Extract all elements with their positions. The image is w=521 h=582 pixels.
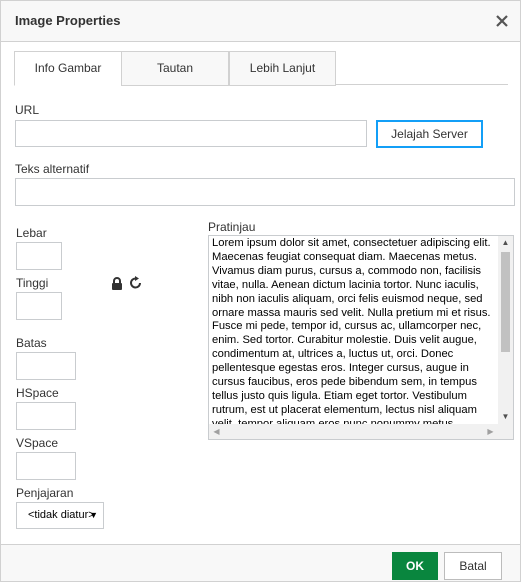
height-input[interactable] xyxy=(16,292,62,320)
tab-link[interactable]: Tautan xyxy=(121,51,229,86)
alt-text-label: Teks alternatif xyxy=(15,162,90,176)
url-label: URL xyxy=(15,103,40,117)
border-label: Batas xyxy=(16,336,47,350)
dialog-footer: OK Batal xyxy=(1,544,520,581)
preview-text: Lorem ipsum dolor sit amet, consectetuer… xyxy=(212,237,491,424)
image-properties-dialog: Image Properties Info Gambar Tautan Lebi… xyxy=(0,0,521,582)
width-label: Lebar xyxy=(16,226,47,240)
scroll-left-icon[interactable]: ◀ xyxy=(209,424,224,439)
tab-image-info[interactable]: Info Gambar xyxy=(14,51,122,86)
lock-icon[interactable] xyxy=(111,277,123,290)
preview-pane[interactable]: Lorem ipsum dolor sit amet, consectetuer… xyxy=(208,235,514,440)
height-label: Tinggi xyxy=(16,276,49,290)
ok-button[interactable]: OK xyxy=(392,552,438,580)
close-icon[interactable] xyxy=(494,13,510,29)
alignment-selected-value: <tidak diatur> xyxy=(28,509,95,521)
hspace-input[interactable] xyxy=(16,402,76,430)
preview-horizontal-scrollbar[interactable]: ◀ ▶ xyxy=(209,424,513,439)
preview-vertical-scrollbar[interactable]: ▲ ▼ xyxy=(498,236,513,424)
width-input[interactable] xyxy=(16,242,62,270)
alignment-label: Penjajaran xyxy=(16,486,74,500)
scroll-down-icon[interactable]: ▼ xyxy=(498,410,513,424)
browse-server-button[interactable]: Jelajah Server xyxy=(376,120,483,148)
reset-size-icon[interactable] xyxy=(129,276,143,290)
vspace-label: VSpace xyxy=(16,436,59,450)
border-input[interactable] xyxy=(16,352,76,380)
vspace-input[interactable] xyxy=(16,452,76,480)
scroll-thumb[interactable] xyxy=(501,252,510,352)
scroll-right-icon[interactable]: ▶ xyxy=(483,424,498,439)
scroll-up-icon[interactable]: ▲ xyxy=(498,236,513,250)
alt-text-input[interactable] xyxy=(15,178,515,206)
url-input[interactable] xyxy=(15,120,367,147)
cancel-button[interactable]: Batal xyxy=(444,552,502,580)
tab-advanced[interactable]: Lebih Lanjut xyxy=(229,51,336,86)
dropdown-arrow-icon: ▼ xyxy=(89,510,98,520)
hspace-label: HSpace xyxy=(16,386,59,400)
alignment-select[interactable]: <tidak diatur> ▼ xyxy=(16,502,104,529)
tab-bar: Info Gambar Tautan Lebih Lanjut xyxy=(14,51,508,86)
preview-label: Pratinjau xyxy=(208,220,256,234)
dialog-titlebar[interactable]: Image Properties xyxy=(1,1,520,42)
dialog-title: Image Properties xyxy=(15,13,121,28)
